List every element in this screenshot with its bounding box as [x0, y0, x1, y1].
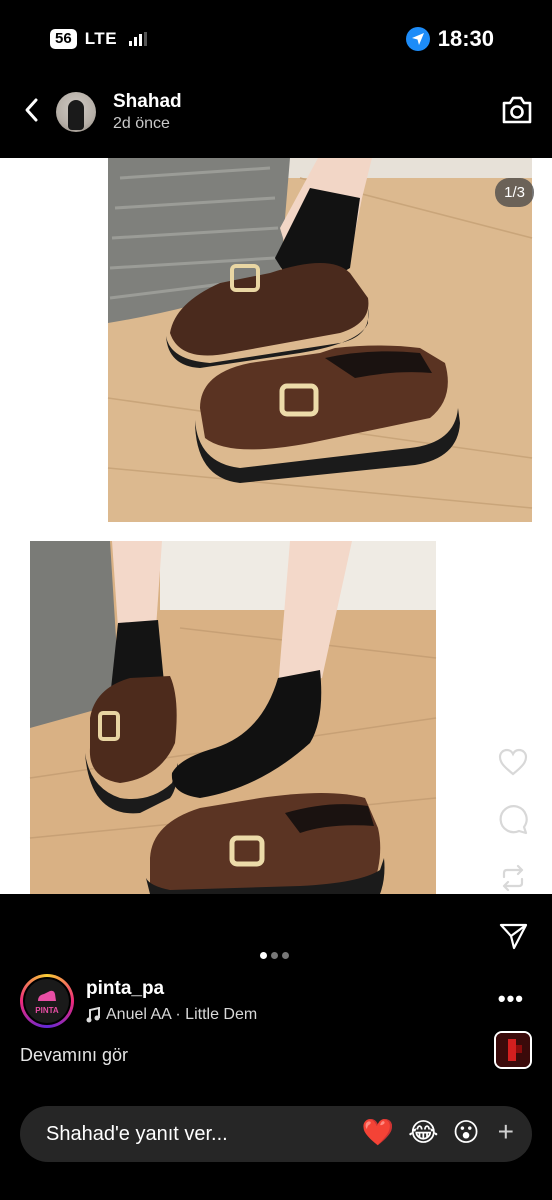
page-dot-active [260, 952, 267, 959]
location-arrow-icon [405, 27, 430, 51]
add-reaction-button[interactable]: + [498, 1116, 514, 1148]
story-timestamp: 2d önce [113, 115, 170, 132]
send-icon [499, 923, 528, 950]
status-left: 56 LTE [50, 29, 148, 49]
repost-icon [502, 864, 524, 892]
network-badge: 56 [50, 29, 77, 49]
signal-bars-icon [129, 32, 148, 46]
reply-input[interactable]: Shahad'e yanıt ver... [46, 1123, 228, 1146]
reaction-heart[interactable]: ❤️ [362, 1117, 394, 1148]
more-options-button[interactable]: ••• [498, 986, 524, 1012]
sticker-account-name[interactable]: pinta_pa [86, 978, 164, 1000]
comment-button[interactable] [496, 803, 530, 837]
status-right: 18:30 [405, 26, 494, 52]
quick-reactions: ❤️ 😂 😮 + [362, 1116, 514, 1148]
back-button[interactable] [16, 94, 46, 126]
sticker-song[interactable]: Anuel AA · Little Dem [86, 1006, 286, 1024]
story-header: Shahad 2d önce [0, 80, 552, 158]
story-actions [496, 745, 530, 953]
shoe-logo-icon [38, 990, 56, 1001]
share-button[interactable] [496, 919, 530, 953]
music-thumbnail[interactable] [494, 1031, 532, 1069]
page-dot [282, 952, 289, 959]
reply-bar: Shahad'e yanıt ver... ❤️ 😂 😮 + [20, 1106, 532, 1162]
album-art-icon [496, 1033, 530, 1067]
song-title: Anuel AA · Little Dem [106, 1006, 258, 1023]
chevron-left-icon [25, 98, 38, 122]
repost-button[interactable] [496, 861, 530, 895]
see-more-link[interactable]: Devamını gör [20, 1045, 128, 1066]
status-bar: 56 LTE 18:30 [0, 0, 552, 80]
product-photo-bottom [29, 541, 437, 894]
product-photo-top [107, 158, 533, 522]
story-photo-collage [0, 158, 552, 894]
story-media[interactable]: 1/3 [0, 158, 552, 894]
clock: 18:30 [437, 26, 494, 51]
story-username[interactable]: Shahad [113, 91, 182, 113]
camera-icon [502, 96, 532, 124]
avatar[interactable] [56, 92, 96, 132]
camera-button[interactable] [500, 94, 534, 126]
pagination-dots [260, 952, 289, 959]
network-type: LTE [84, 29, 118, 48]
reaction-laugh[interactable]: 😂 [408, 1117, 438, 1148]
sticker-avatar-text: PINTA [35, 1005, 59, 1015]
sticker-account-avatar[interactable]: PINTA [20, 974, 74, 1028]
page-dot [271, 952, 278, 959]
music-note-icon [86, 1007, 100, 1023]
heart-icon [498, 748, 528, 776]
photo-counter: 1/3 [495, 178, 534, 207]
reaction-wow[interactable]: 😮 [453, 1117, 480, 1148]
like-button[interactable] [496, 745, 530, 779]
comment-icon [499, 805, 528, 835]
